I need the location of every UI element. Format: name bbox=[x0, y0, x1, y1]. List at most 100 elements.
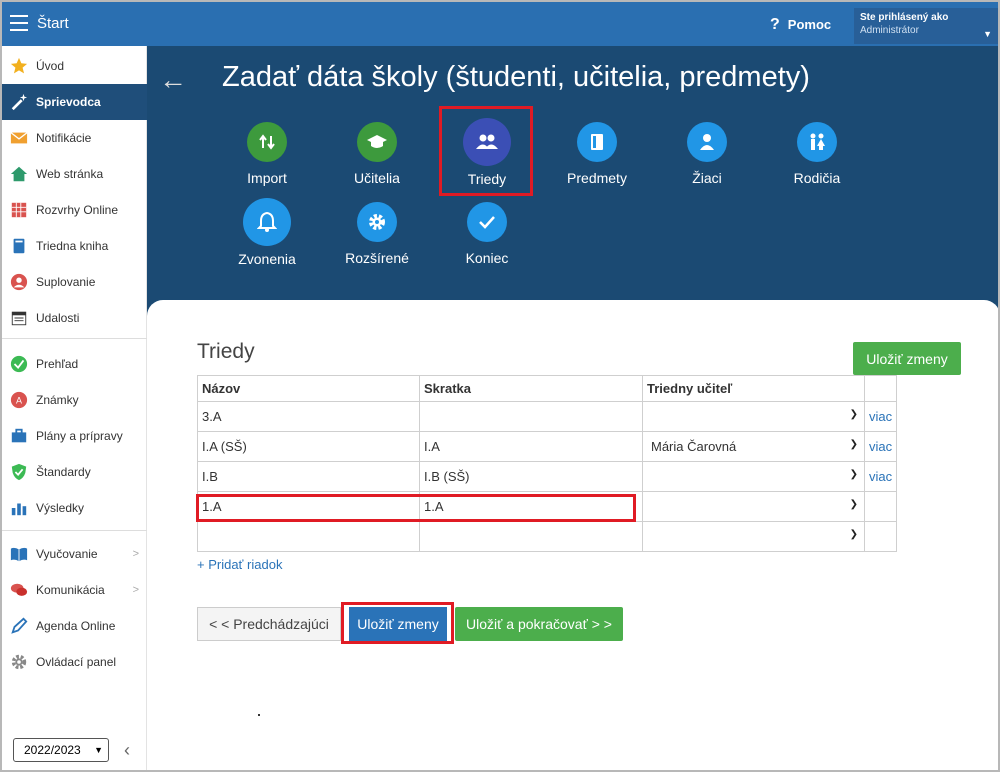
teacher-select[interactable]: Mária Čarovná ❯ bbox=[642, 431, 865, 462]
teacher-select-value: Mária Čarovná bbox=[651, 439, 737, 454]
abbr-input[interactable]: I.A bbox=[419, 431, 643, 462]
more-link[interactable]: viac bbox=[863, 461, 898, 492]
previous-button[interactable]: < < Predchádzajúci bbox=[197, 607, 341, 641]
sidebar-item-komunikacia[interactable]: Komunikácia > bbox=[2, 572, 147, 608]
abbr-input[interactable] bbox=[419, 521, 643, 552]
sidebar-item-vysledky[interactable]: Výsledky bbox=[2, 490, 147, 526]
caret-down-icon: ▼ bbox=[983, 29, 992, 39]
section-title: Triedy bbox=[197, 340, 255, 363]
wizard-step-ziaci[interactable]: Žiaci bbox=[652, 122, 762, 186]
wizard-step-koniec[interactable]: Koniec bbox=[432, 202, 542, 266]
user-role: Administrátor bbox=[860, 25, 919, 36]
teacher-select[interactable]: ❯ bbox=[642, 491, 865, 522]
sidebar-item-label: Agenda Online bbox=[36, 619, 116, 633]
sidebar-item-rozvrhy[interactable]: Rozvrhy Online bbox=[2, 192, 147, 228]
more-link[interactable] bbox=[863, 491, 898, 522]
sidebar-item-suplovanie[interactable]: Suplovanie bbox=[2, 264, 147, 300]
table-row: 3.A ❯ viac bbox=[197, 401, 898, 432]
sidebar-item-plany[interactable]: Plány a prípravy bbox=[2, 418, 147, 454]
wizard-step-import[interactable]: Import bbox=[212, 122, 322, 186]
collapse-sidebar-icon[interactable]: ‹ bbox=[124, 740, 130, 761]
sidebar-item-label: Web stránka bbox=[36, 167, 104, 181]
sidebar-item-prehlad[interactable]: Prehľad bbox=[2, 346, 147, 382]
user-menu[interactable]: Ste prihlásený ako Administrátor ▼ bbox=[854, 8, 998, 44]
save-changes-top-button[interactable]: Uložiť zmeny bbox=[853, 342, 961, 375]
school-year-select[interactable]: 2022/2023 ▼ bbox=[13, 738, 109, 762]
sidebar-item-label: Známky bbox=[36, 393, 79, 407]
more-link[interactable] bbox=[863, 521, 898, 552]
sidebar-item-standardy[interactable]: Štandardy bbox=[2, 454, 147, 490]
abbr-input[interactable]: I.B (SŠ) bbox=[419, 461, 643, 492]
bar-chart-icon bbox=[11, 503, 27, 516]
chat-icon bbox=[10, 583, 28, 596]
sidebar-item-triedna-kniha[interactable]: Triedna kniha bbox=[2, 228, 147, 264]
table-row: ❯ bbox=[197, 521, 898, 552]
highlight-box-new-row bbox=[196, 494, 636, 522]
sidebar-item-label: Suplovanie bbox=[36, 275, 96, 289]
stray-dot bbox=[258, 714, 260, 716]
teacher-select[interactable]: ❯ bbox=[642, 461, 865, 492]
sidebar-item-label: Plány a prípravy bbox=[36, 429, 123, 443]
wizard-step-zvonenia[interactable]: Zvonenia bbox=[212, 198, 322, 267]
sidebar-item-label: Úvod bbox=[36, 59, 65, 73]
grade-icon: A bbox=[10, 391, 28, 409]
more-link[interactable]: viac bbox=[863, 401, 898, 432]
table-row: I.B I.B (SŠ) ❯ viac bbox=[197, 461, 898, 492]
sidebar-item-agenda[interactable]: Agenda Online bbox=[2, 608, 147, 644]
sidebar-item-label: Triedna kniha bbox=[36, 239, 109, 253]
sidebar-item-znamky[interactable]: A Známky bbox=[2, 382, 147, 418]
abbr-input[interactable] bbox=[419, 401, 643, 432]
sidebar-item-label: Komunikácia bbox=[36, 583, 105, 597]
sidebar-item-label: Prehľad bbox=[36, 357, 79, 371]
wizard-step-rozsirene[interactable]: Rozšírené bbox=[322, 202, 432, 266]
name-input[interactable]: 3.A bbox=[197, 401, 420, 432]
name-input[interactable]: I.B bbox=[197, 461, 420, 492]
add-row-link[interactable]: + Pridať riadok bbox=[197, 557, 282, 572]
name-input[interactable] bbox=[197, 521, 420, 552]
star-icon bbox=[10, 57, 28, 74]
sidebar-item-udalosti[interactable]: Udalosti bbox=[2, 300, 147, 336]
chevron-down-icon: ❯ bbox=[849, 469, 858, 480]
name-input[interactable]: I.A (SŠ) bbox=[197, 431, 420, 462]
back-arrow-icon[interactable]: ← bbox=[159, 64, 187, 96]
wizard-step-ucitelia[interactable]: Učitelia bbox=[322, 122, 432, 186]
gear-icon bbox=[11, 654, 27, 670]
app-title[interactable]: Štart bbox=[37, 15, 69, 32]
sidebar-item-label: Ovládací panel bbox=[36, 655, 117, 669]
graduation-cap-icon bbox=[357, 122, 397, 162]
chevron-right-icon: > bbox=[132, 548, 139, 560]
chevron-down-icon: ❯ bbox=[849, 499, 858, 510]
envelope-icon bbox=[10, 132, 28, 144]
chevron-right-icon: > bbox=[132, 584, 139, 596]
sidebar-item-ovladaci-panel[interactable]: Ovládací panel bbox=[2, 644, 147, 680]
sidebar-item-uvod[interactable]: Úvod bbox=[2, 48, 147, 84]
save-and-continue-button[interactable]: Uložiť a pokračovať > > bbox=[455, 607, 623, 641]
wizard-step-label: Zvonenia bbox=[238, 251, 296, 267]
sidebar-item-web-stranka[interactable]: Web stránka bbox=[2, 156, 147, 192]
content-card: Triedy Uložiť zmeny Názov Skratka Triedn… bbox=[147, 300, 998, 770]
sidebar-item-notifikacie[interactable]: Notifikácie bbox=[2, 120, 147, 156]
teacher-select[interactable]: ❯ bbox=[642, 401, 865, 432]
sidebar-item-label: Výsledky bbox=[36, 501, 85, 515]
wizard-step-label: Učitelia bbox=[354, 170, 400, 186]
book-icon bbox=[577, 122, 617, 162]
wizard-step-label: Predmety bbox=[567, 170, 627, 186]
table-row: I.A (SŠ) I.A Mária Čarovná ❯ viac bbox=[197, 431, 898, 462]
column-header-actions bbox=[863, 375, 898, 402]
more-link[interactable]: viac bbox=[863, 431, 898, 462]
app-window: Štart ? Pomoc Ste prihlásený ako Administ… bbox=[0, 0, 1000, 772]
gear-icon bbox=[357, 202, 397, 242]
page-title: Zadať dáta školy (študenti, učitelia, pr… bbox=[222, 61, 810, 93]
help-link[interactable]: ? Pomoc bbox=[770, 16, 831, 34]
chevron-down-icon: ❯ bbox=[849, 439, 858, 450]
hamburger-menu-icon[interactable] bbox=[10, 15, 28, 31]
sidebar-item-vyucovanie[interactable]: Vyučovanie > bbox=[2, 536, 147, 572]
sidebar-item-sprievodca[interactable]: Sprievodca bbox=[2, 84, 147, 120]
wizard-step-rodicia[interactable]: Rodičia bbox=[762, 122, 872, 186]
column-header-skratka: Skratka bbox=[419, 375, 643, 402]
teacher-select[interactable]: ❯ bbox=[642, 521, 865, 552]
wizard-step-predmety[interactable]: Predmety bbox=[542, 122, 652, 186]
briefcase-icon bbox=[11, 428, 27, 443]
pen-icon bbox=[11, 617, 28, 634]
column-header-triedny-ucitel: Triedny učiteľ bbox=[642, 375, 865, 402]
